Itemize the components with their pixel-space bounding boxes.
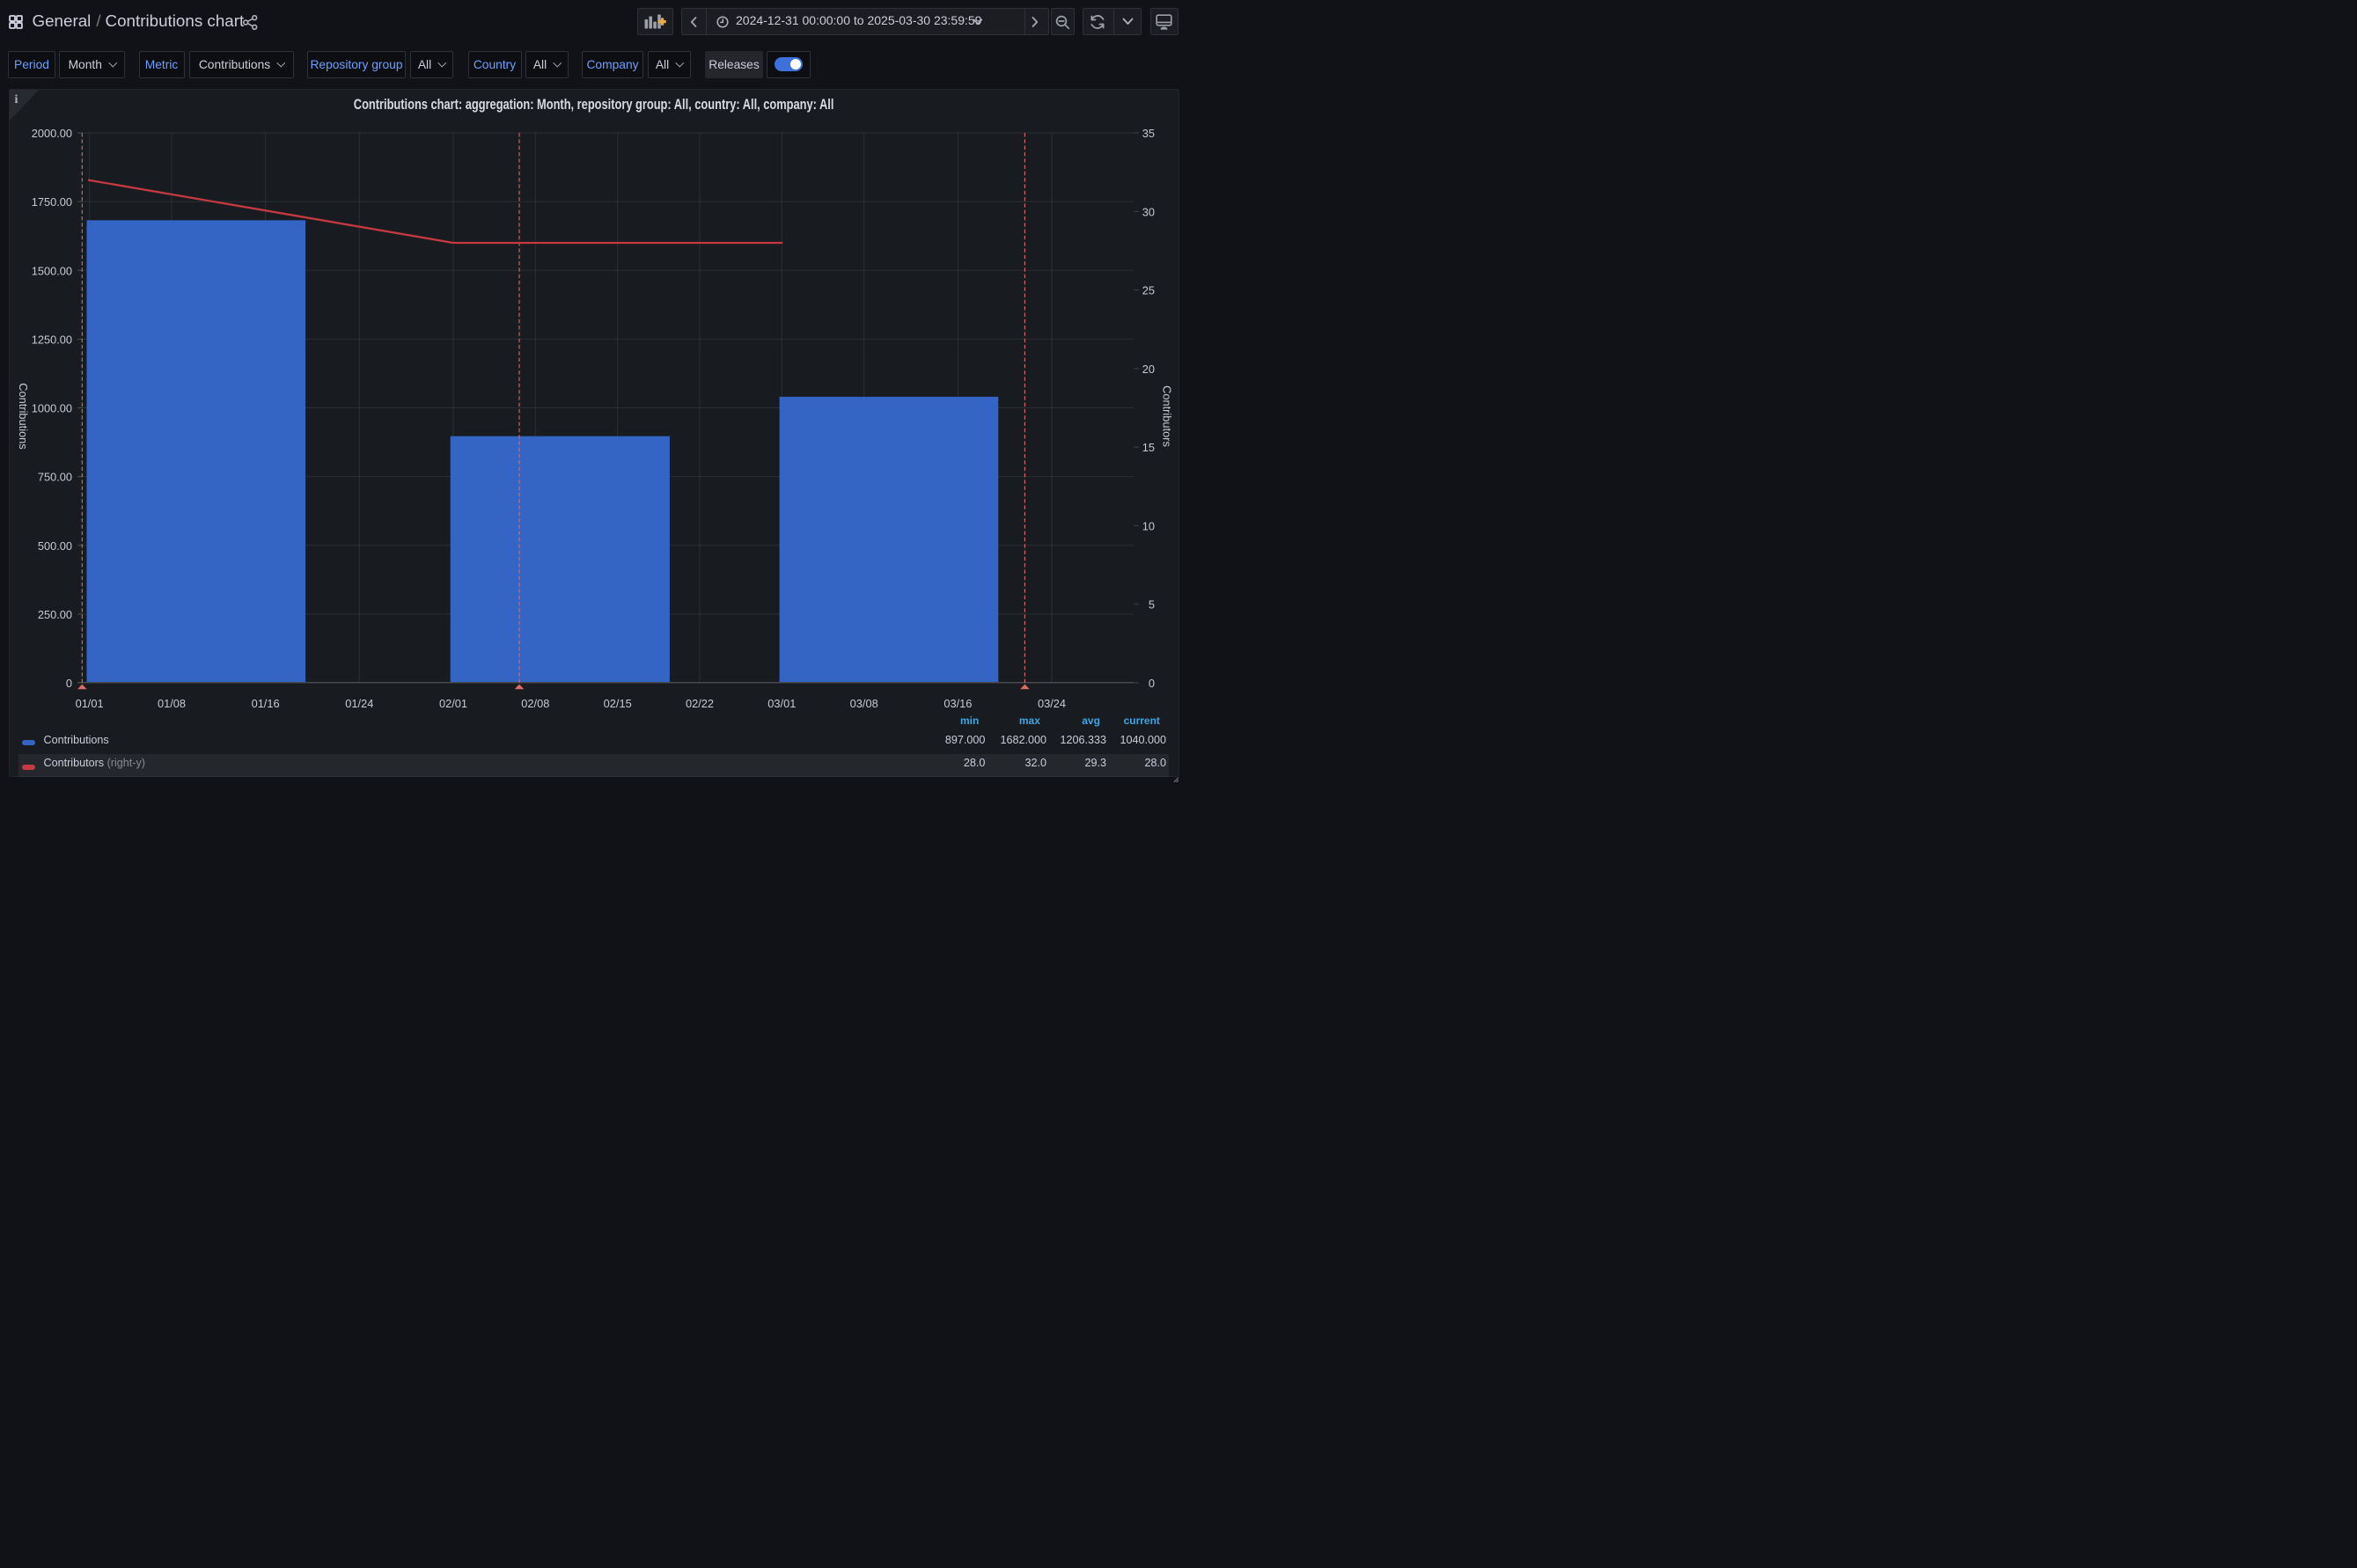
svg-text:1500.00: 1500.00	[32, 264, 72, 277]
svg-text:30: 30	[1142, 205, 1155, 218]
svg-text:Contributions: Contributions	[17, 383, 30, 449]
svg-text:01/24: 01/24	[345, 697, 373, 710]
svg-text:2000.00: 2000.00	[32, 127, 72, 140]
svg-text:0: 0	[66, 677, 72, 690]
svg-text:01/16: 01/16	[252, 697, 280, 710]
svg-text:1750.00: 1750.00	[32, 195, 72, 209]
svg-text:500.00: 500.00	[38, 539, 72, 553]
svg-text:5: 5	[1149, 598, 1155, 612]
svg-text:35: 35	[1142, 127, 1155, 140]
svg-text:750.00: 750.00	[38, 471, 72, 484]
svg-text:03/24: 03/24	[1038, 697, 1066, 710]
svg-text:02/22: 02/22	[686, 697, 714, 710]
svg-text:1000.00: 1000.00	[32, 402, 72, 415]
svg-text:01/08: 01/08	[158, 697, 186, 710]
svg-text:02/01: 02/01	[439, 697, 467, 710]
svg-text:Contributors: Contributors	[1161, 385, 1174, 447]
svg-text:03/01: 03/01	[767, 697, 796, 710]
svg-text:15: 15	[1142, 441, 1155, 454]
svg-text:03/16: 03/16	[944, 697, 972, 710]
svg-text:02/15: 02/15	[604, 697, 632, 710]
svg-text:03/08: 03/08	[850, 697, 878, 710]
svg-text:25: 25	[1142, 284, 1155, 297]
svg-text:20: 20	[1142, 363, 1155, 376]
svg-text:02/08: 02/08	[521, 697, 549, 710]
svg-text:0: 0	[1149, 677, 1155, 690]
svg-text:01/01: 01/01	[76, 697, 104, 710]
svg-text:10: 10	[1142, 519, 1155, 532]
svg-text:250.00: 250.00	[38, 608, 72, 621]
svg-text:1250.00: 1250.00	[32, 333, 72, 346]
